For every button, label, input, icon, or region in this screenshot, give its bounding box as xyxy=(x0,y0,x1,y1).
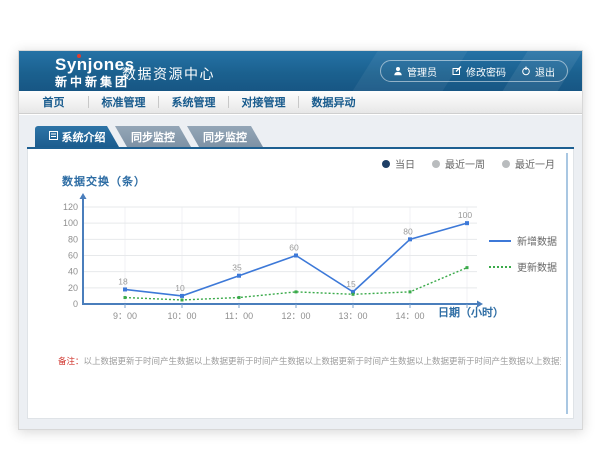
svg-text:60: 60 xyxy=(68,251,78,261)
radio-selected-icon xyxy=(382,160,390,168)
nav-item-standard-mgmt[interactable]: 标准管理 xyxy=(89,94,158,110)
svg-text:11：00: 11：00 xyxy=(225,311,253,321)
solid-line-swatch xyxy=(489,240,511,242)
change-password-label: 修改密码 xyxy=(466,64,506,79)
tab-sync-monitor-1[interactable]: 同步监控 xyxy=(115,126,191,147)
svg-text:0: 0 xyxy=(73,299,78,309)
chart-legend: 新增数据 更新数据 xyxy=(489,233,557,285)
radio-icon xyxy=(432,160,440,168)
tab-bar: 系统介绍 同步监控 同步监控 xyxy=(27,127,574,149)
nav-item-home[interactable]: 首页 xyxy=(19,94,88,110)
main-nav: 首页 标准管理 系统管理 对接管理 数据异动 xyxy=(19,91,582,114)
svg-text:120: 120 xyxy=(63,202,78,212)
svg-text:18: 18 xyxy=(118,276,128,286)
svg-text:10: 10 xyxy=(175,283,185,293)
svg-text:40: 40 xyxy=(68,267,78,277)
app-window: Synjones 新中新集团 数据资源中心 管理员 修改密码 xyxy=(18,50,583,430)
svg-text:35: 35 xyxy=(232,263,242,273)
tab-system-intro-label: 系统介绍 xyxy=(62,129,106,145)
form-icon xyxy=(49,131,58,143)
tab-system-intro[interactable]: 系统介绍 xyxy=(35,126,119,147)
logout-button[interactable]: 退出 xyxy=(521,64,555,79)
footnote-prefix: 备注： xyxy=(58,356,84,366)
x-axis-title: 日期（小时） xyxy=(438,304,504,320)
svg-text:15: 15 xyxy=(346,279,356,289)
range-selector: 当日 最近一周 最近一月 xyxy=(382,156,555,171)
svg-text:12：00: 12：00 xyxy=(281,311,310,321)
range-option-last-week[interactable]: 最近一周 xyxy=(432,156,485,171)
logo-red-dot xyxy=(77,54,81,58)
svg-text:13：00: 13：00 xyxy=(338,311,367,321)
edit-icon xyxy=(452,66,462,76)
range-option-today[interactable]: 当日 xyxy=(382,156,415,171)
legend-new-data: 新增数据 xyxy=(489,233,557,248)
nav-item-interface-mgmt[interactable]: 对接管理 xyxy=(229,94,298,110)
footnote: 备注：以上数据更新于时间产生数据以上数据更新于时间产生数据以上数据更新于时间产生… xyxy=(58,355,561,367)
scrollbar[interactable] xyxy=(566,153,568,414)
svg-text:100: 100 xyxy=(458,210,472,220)
logout-label: 退出 xyxy=(535,64,555,79)
svg-text:60: 60 xyxy=(289,243,299,253)
tab-sync-monitor-1-label: 同步监控 xyxy=(131,129,175,145)
y-axis-title: 数据交换（条） xyxy=(62,173,146,189)
page-title: 数据资源中心 xyxy=(122,64,215,84)
svg-text:20: 20 xyxy=(68,283,78,293)
svg-text:9：00: 9：00 xyxy=(113,311,137,321)
user-menu-admin-label: 管理员 xyxy=(407,64,437,79)
tab-sync-monitor-2-label: 同步监控 xyxy=(203,129,247,145)
radio-icon xyxy=(502,160,510,168)
legend-updated-data: 更新数据 xyxy=(489,259,557,274)
change-password-button[interactable]: 修改密码 xyxy=(452,64,506,79)
footnote-text: 以上数据更新于时间产生数据以上数据更新于时间产生数据以上数据更新于时间产生数据以… xyxy=(84,356,561,366)
app-header: Synjones 新中新集团 数据资源中心 管理员 修改密码 xyxy=(19,51,582,91)
svg-text:10：00: 10：00 xyxy=(167,311,196,321)
power-icon xyxy=(521,66,531,76)
tab-sync-monitor-2[interactable]: 同步监控 xyxy=(187,126,263,147)
chart-panel: 当日 最近一周 最近一月 数据交换（条） 0 20 40 60 80 100 120 9：00… xyxy=(27,149,574,419)
user-icon xyxy=(393,66,403,76)
svg-text:80: 80 xyxy=(68,234,78,244)
range-option-last-month-label: 最近一月 xyxy=(515,156,555,171)
range-option-last-month[interactable]: 最近一月 xyxy=(502,156,555,171)
content-area: 系统介绍 同步监控 同步监控 当日 最近一周 xyxy=(19,115,582,429)
legend-updated-data-label: 更新数据 xyxy=(517,259,557,274)
range-option-today-label: 当日 xyxy=(395,156,415,171)
legend-new-data-label: 新增数据 xyxy=(517,233,557,248)
nav-item-system-mgmt[interactable]: 系统管理 xyxy=(159,94,228,110)
nav-item-data-change[interactable]: 数据异动 xyxy=(299,94,368,110)
dashed-line-swatch xyxy=(489,266,511,268)
svg-text:80: 80 xyxy=(403,226,413,236)
user-menu-admin[interactable]: 管理员 xyxy=(393,64,437,79)
svg-text:100: 100 xyxy=(63,218,78,228)
range-option-last-week-label: 最近一周 xyxy=(445,156,485,171)
svg-text:14：00: 14：00 xyxy=(395,311,424,321)
user-menu: 管理员 修改密码 退出 xyxy=(380,60,568,82)
